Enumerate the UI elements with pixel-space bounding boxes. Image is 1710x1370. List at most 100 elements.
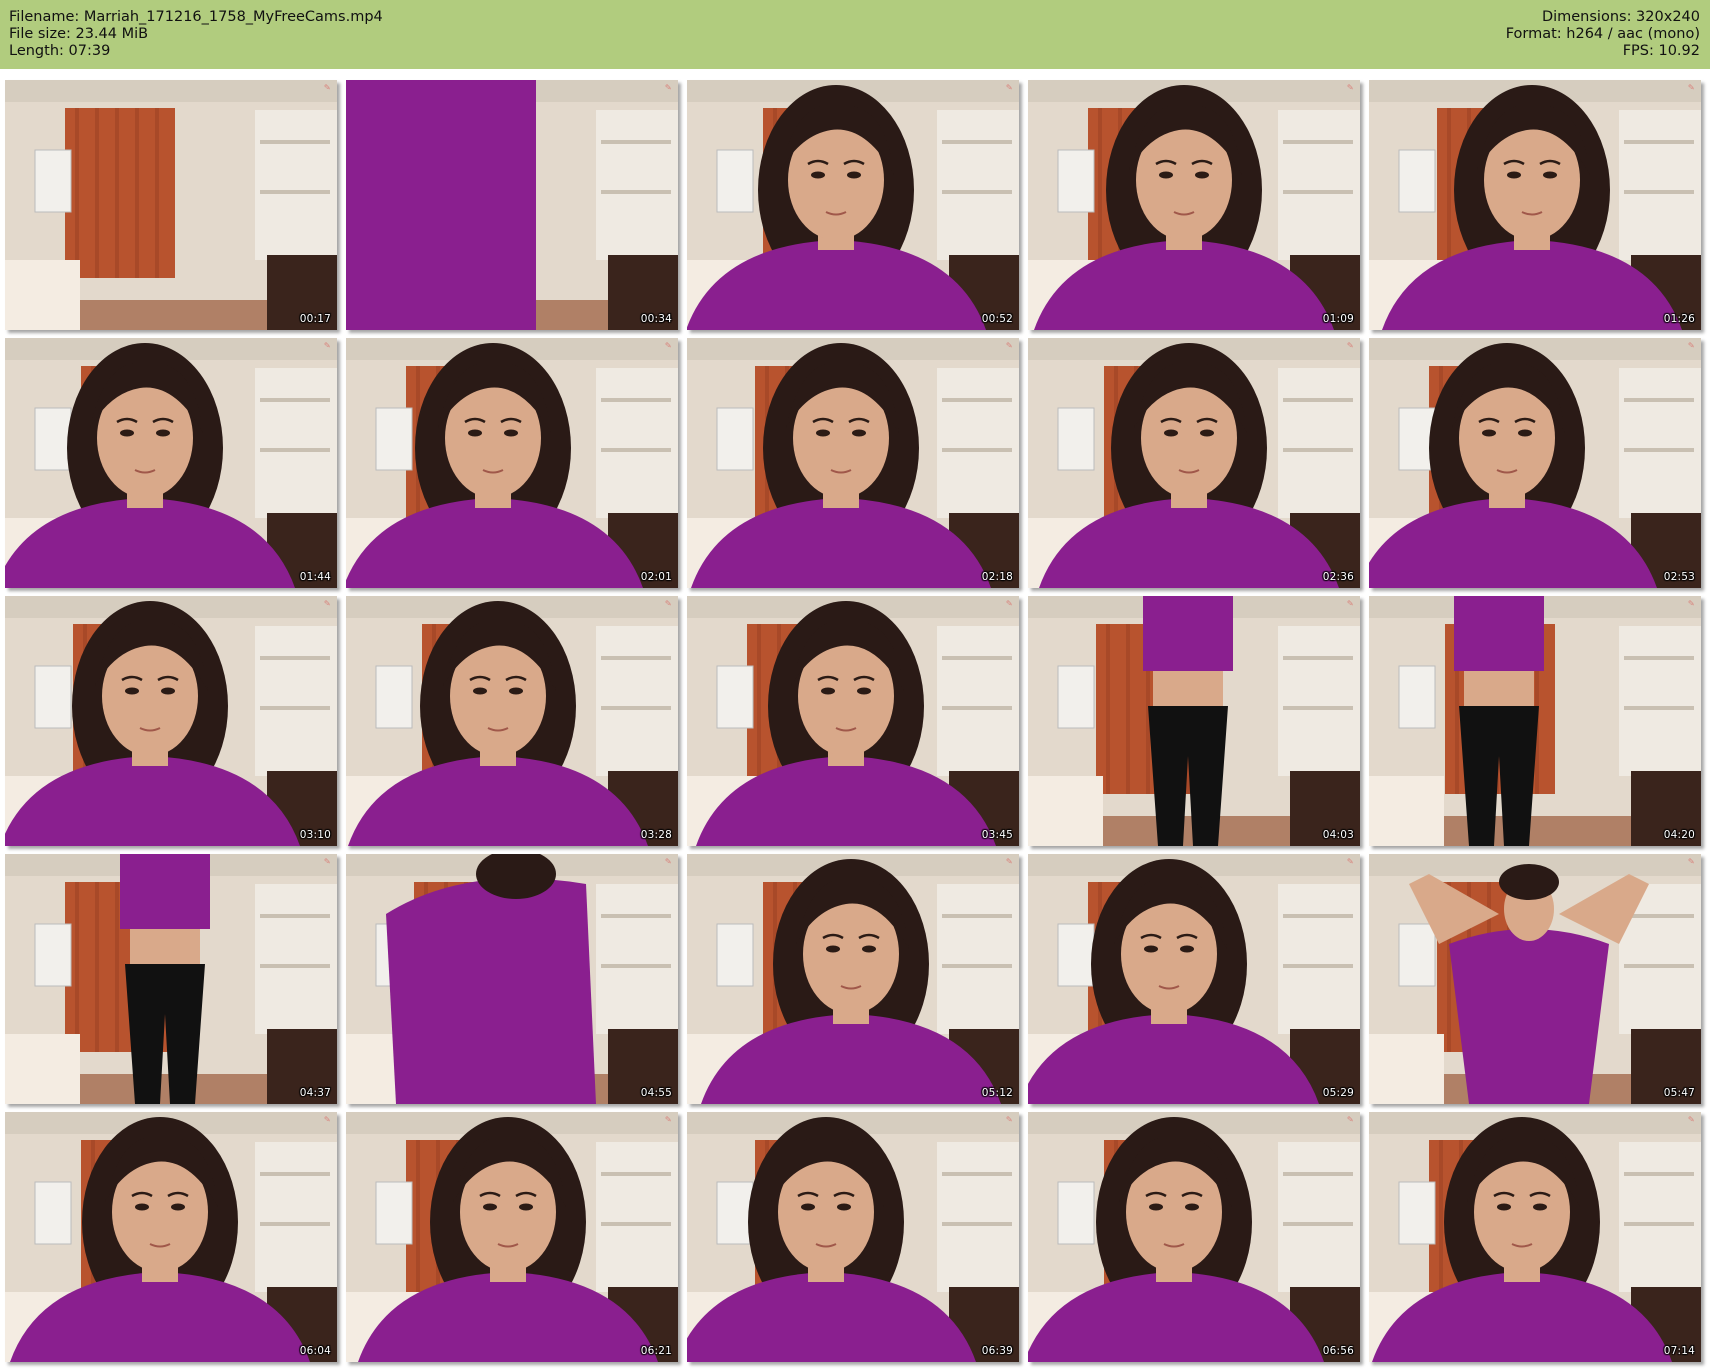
- watermark-logo: ✎: [664, 1114, 673, 1125]
- video-thumbnail: ✎ 04:37: [5, 854, 337, 1104]
- thumbnail-frame-image: [346, 80, 678, 330]
- thumbnail-timestamp: 01:26: [1663, 313, 1695, 325]
- watermark-logo: ✎: [323, 1114, 332, 1125]
- thumbnail-timestamp: 00:52: [981, 313, 1013, 325]
- video-thumbnail: ✎ 06:21: [346, 1112, 678, 1362]
- thumbnail-timestamp: 04:03: [1322, 829, 1354, 841]
- watermark-logo: ✎: [664, 82, 673, 93]
- thumbnail-timestamp: 06:21: [640, 1345, 672, 1357]
- video-thumbnail: ✎ 02:36: [1028, 338, 1360, 588]
- thumbnail-timestamp: 06:56: [1322, 1345, 1354, 1357]
- watermark-logo: ✎: [1346, 340, 1355, 351]
- video-thumbnail: ✎ 02:01: [346, 338, 678, 588]
- thumbnail-frame-image: [687, 80, 1019, 330]
- thumbnail-timestamp: 04:20: [1663, 829, 1695, 841]
- video-thumbnail: ✎ 00:52: [687, 80, 1019, 330]
- thumbnail-timestamp: 02:18: [981, 571, 1013, 583]
- watermark-logo: ✎: [1346, 82, 1355, 93]
- video-thumbnail: ✎ 01:44: [5, 338, 337, 588]
- video-thumbnail: ✎ 06:04: [5, 1112, 337, 1362]
- watermark-logo: ✎: [664, 856, 673, 867]
- thumbnail-frame-image: [5, 596, 337, 846]
- watermark-logo: ✎: [1687, 82, 1696, 93]
- thumbnail-timestamp: 03:10: [299, 829, 331, 841]
- video-thumbnail: ✎ 05:29: [1028, 854, 1360, 1104]
- thumbnail-frame-image: [1369, 338, 1701, 588]
- thumbnail-timestamp: 02:53: [1663, 571, 1695, 583]
- thumbnail-frame-image: [1028, 1112, 1360, 1362]
- thumbnail-timestamp: 00:34: [640, 313, 672, 325]
- thumbnail-frame-image: [346, 338, 678, 588]
- watermark-logo: ✎: [664, 598, 673, 609]
- video-thumbnail: ✎ 00:17: [5, 80, 337, 330]
- watermark-logo: ✎: [1005, 598, 1014, 609]
- watermark-logo: ✎: [323, 856, 332, 867]
- thumbnail-frame-image: [1369, 80, 1701, 330]
- thumbnail-timestamp: 03:28: [640, 829, 672, 841]
- thumbnail-frame-image: [346, 1112, 678, 1362]
- thumbnail-frame-image: [5, 338, 337, 588]
- video-thumbnail: ✎ 00:34: [346, 80, 678, 330]
- watermark-logo: ✎: [323, 598, 332, 609]
- video-thumbnail: ✎ 06:56: [1028, 1112, 1360, 1362]
- video-thumbnail: ✎ 03:28: [346, 596, 678, 846]
- thumbnail-frame-image: [346, 596, 678, 846]
- watermark-logo: ✎: [1687, 340, 1696, 351]
- thumbnail-timestamp: 01:44: [299, 571, 331, 583]
- thumbnail-frame-image: [1369, 596, 1701, 846]
- thumbnail-frame-image: [687, 854, 1019, 1104]
- thumbnail-frame-image: [346, 854, 678, 1104]
- watermark-logo: ✎: [1687, 1114, 1696, 1125]
- thumbnail-timestamp: 06:39: [981, 1345, 1013, 1357]
- thumbnail-timestamp: 07:14: [1663, 1345, 1695, 1357]
- watermark-logo: ✎: [1687, 856, 1696, 867]
- video-thumbnail: ✎ 01:26: [1369, 80, 1701, 330]
- watermark-logo: ✎: [1005, 82, 1014, 93]
- video-thumbnail: ✎ 07:14: [1369, 1112, 1701, 1362]
- thumbnail-frame-image: [1028, 80, 1360, 330]
- thumbnail-grid: ✎ 00:17 ✎ 00:34 ✎ 00:52 ✎ 01:09 ✎ 01:26 ✎ 01:44 ✎ 02:…: [0, 0, 1710, 1370]
- thumbnail-frame-image: [5, 1112, 337, 1362]
- watermark-logo: ✎: [1005, 856, 1014, 867]
- video-thumbnail: ✎ 04:03: [1028, 596, 1360, 846]
- thumbnail-timestamp: 02:01: [640, 571, 672, 583]
- thumbnail-frame-image: [1369, 854, 1701, 1104]
- watermark-logo: ✎: [1005, 1114, 1014, 1125]
- video-thumbnail: ✎ 05:47: [1369, 854, 1701, 1104]
- watermark-logo: ✎: [1005, 340, 1014, 351]
- watermark-logo: ✎: [323, 340, 332, 351]
- thumbnail-frame-image: [1369, 1112, 1701, 1362]
- thumbnail-timestamp: 05:47: [1663, 1087, 1695, 1099]
- watermark-logo: ✎: [1687, 598, 1696, 609]
- thumbnail-timestamp: 04:55: [640, 1087, 672, 1099]
- thumbnail-frame-image: [5, 854, 337, 1104]
- video-thumbnail: ✎ 06:39: [687, 1112, 1019, 1362]
- video-thumbnail: ✎ 03:10: [5, 596, 337, 846]
- thumbnail-timestamp: 01:09: [1322, 313, 1354, 325]
- thumbnail-frame-image: [687, 338, 1019, 588]
- video-thumbnail: ✎ 04:20: [1369, 596, 1701, 846]
- thumbnail-timestamp: 06:04: [299, 1345, 331, 1357]
- thumbnail-timestamp: 00:17: [299, 313, 331, 325]
- thumbnail-frame-image: [687, 1112, 1019, 1362]
- thumbnail-timestamp: 02:36: [1322, 571, 1354, 583]
- thumbnail-frame-image: [5, 80, 337, 330]
- thumbnail-timestamp: 05:12: [981, 1087, 1013, 1099]
- thumbnail-frame-image: [1028, 854, 1360, 1104]
- watermark-logo: ✎: [323, 82, 332, 93]
- thumbnail-frame-image: [1028, 338, 1360, 588]
- watermark-logo: ✎: [664, 340, 673, 351]
- thumbnail-timestamp: 04:37: [299, 1087, 331, 1099]
- watermark-logo: ✎: [1346, 598, 1355, 609]
- thumbnail-frame-image: [1028, 596, 1360, 846]
- watermark-logo: ✎: [1346, 856, 1355, 867]
- watermark-logo: ✎: [1346, 1114, 1355, 1125]
- thumbnail-timestamp: 05:29: [1322, 1087, 1354, 1099]
- video-thumbnail: ✎ 05:12: [687, 854, 1019, 1104]
- video-thumbnail: ✎ 03:45: [687, 596, 1019, 846]
- thumbnail-frame-image: [687, 596, 1019, 846]
- video-thumbnail: ✎ 02:18: [687, 338, 1019, 588]
- video-thumbnail: ✎ 02:53: [1369, 338, 1701, 588]
- video-thumbnail: ✎ 01:09: [1028, 80, 1360, 330]
- video-thumbnail: ✎ 04:55: [346, 854, 678, 1104]
